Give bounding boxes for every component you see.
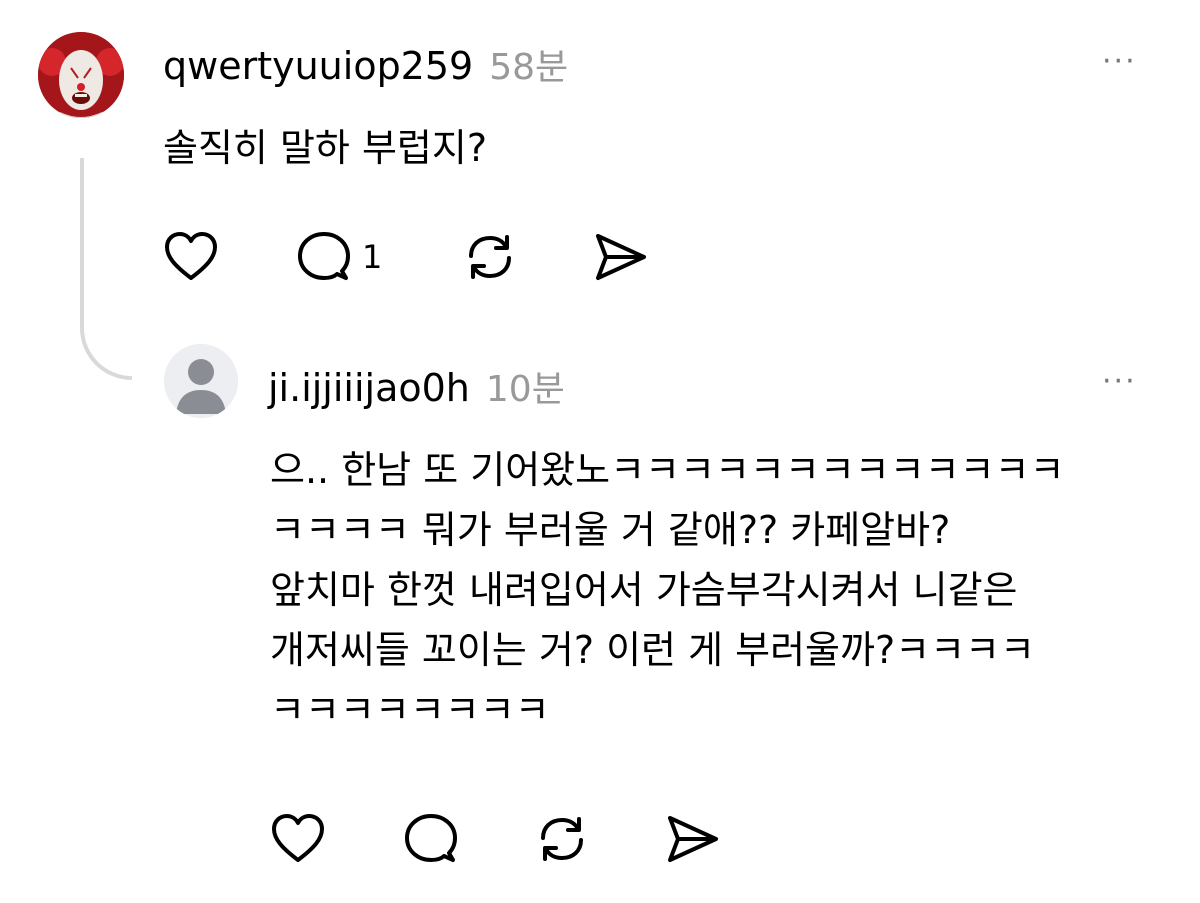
reply-line: ㅋㅋㅋㅋㅋㅋㅋㅋ [270, 688, 550, 732]
send-icon [596, 234, 646, 280]
reply-button[interactable] [403, 812, 459, 866]
like-button[interactable] [270, 812, 326, 866]
post-text: 솔직히 말하 부럽지? [163, 126, 488, 170]
reply-line: ㅋㅋㅋㅋ 뭐가 부러울 거 같애?? 카페알바? [270, 508, 951, 552]
reply-button[interactable]: 1 [296, 230, 382, 284]
username[interactable]: qwertyuuiop259 [163, 44, 473, 88]
more-icon: ··· [1102, 44, 1137, 79]
comment-icon [405, 814, 457, 862]
more-options-button[interactable]: ··· [1102, 44, 1137, 79]
reply-count: 1 [362, 238, 383, 276]
comment-icon [298, 232, 350, 280]
repost-icon [469, 235, 511, 279]
timestamp: 10분 [485, 369, 565, 410]
avatar[interactable] [38, 32, 124, 118]
more-icon: ··· [1102, 364, 1137, 399]
more-options-button[interactable]: ··· [1102, 364, 1137, 399]
username[interactable]: ji.ijjiiijao0h [268, 366, 470, 410]
timestamp: 58분 [489, 47, 569, 88]
like-button[interactable] [163, 230, 219, 284]
repost-button[interactable] [533, 812, 591, 866]
reply-line: 앞치마 한껏 내려입어서 가슴부각시켜서 니같은 [270, 568, 1018, 612]
heart-icon [272, 814, 324, 862]
post-header: qwertyuuiop259 58분 [163, 38, 568, 90]
heart-icon [165, 232, 217, 280]
thread-connector [80, 158, 132, 380]
send-icon [668, 816, 718, 862]
reply-line: 으.. 한남 또 기어왔노ㅋㅋㅋㅋㅋㅋㅋㅋㅋㅋㅋㅋㅋ [270, 448, 1065, 492]
reply-text: 으.. 한남 또 기어왔노ㅋㅋㅋㅋㅋㅋㅋㅋㅋㅋㅋㅋㅋ ㅋㅋㅋㅋ 뭐가 부러울 거… [270, 440, 1065, 740]
repost-button[interactable] [461, 230, 519, 284]
reply-line: 개저씨들 꼬이는 거? 이런 게 부러울까?ㅋㅋㅋㅋ [270, 628, 1035, 672]
share-button[interactable] [664, 812, 722, 866]
avatar[interactable] [164, 344, 238, 418]
reply-header: ji.ijjiiijao0h 10분 [268, 360, 565, 412]
repost-icon [541, 817, 583, 861]
share-button[interactable] [592, 230, 650, 284]
